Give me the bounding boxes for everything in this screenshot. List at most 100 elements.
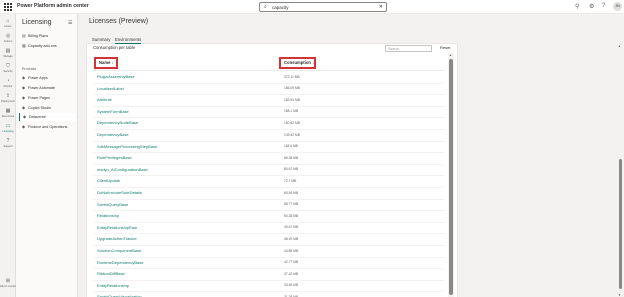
nav-title: Licensing bbox=[22, 19, 52, 26]
power-automate-icon: ◆ bbox=[22, 85, 26, 90]
nav-item-capacity-add-ons[interactable]: ▦ Capacity add-ons bbox=[19, 42, 76, 50]
manage-icon: ▤ bbox=[5, 48, 11, 54]
clear-search-icon[interactable]: ✕ bbox=[379, 4, 383, 10]
app-launcher-icon[interactable] bbox=[4, 3, 12, 11]
rail-item-resources[interactable]: ▦ Resources bbox=[0, 107, 16, 121]
avatar[interactable]: JN bbox=[613, 2, 622, 11]
table-scrollbar[interactable]: ▲ bbox=[448, 53, 454, 297]
table-search-input[interactable]: Search bbox=[385, 45, 432, 52]
scrollbar-thumb[interactable] bbox=[449, 59, 453, 295]
admin-centers-icon: ⊞ bbox=[5, 278, 11, 284]
table-row-name[interactable]: ClientUpdate bbox=[97, 178, 120, 183]
table-row-divider bbox=[93, 152, 445, 154]
table-row-name[interactable]: SolutionComponentBase bbox=[97, 248, 141, 253]
tab-environments[interactable]: Environments bbox=[115, 37, 142, 44]
search-value[interactable]: capacity bbox=[272, 5, 289, 10]
nav-section-products: Products bbox=[22, 67, 37, 71]
rail-item-manage[interactable]: ▤ Manage bbox=[0, 47, 16, 61]
shield-icon: ⛉ bbox=[6, 63, 10, 69]
collapse-nav-icon[interactable]: ☰ bbox=[68, 20, 72, 26]
table-row-consumption: 139.42 MB bbox=[284, 132, 300, 137]
deployment-icon: ⇪ bbox=[5, 93, 11, 99]
rail-item-home[interactable]: ⌂ Home bbox=[0, 17, 16, 31]
search-icon: ⌕ bbox=[264, 4, 267, 10]
table-row-name[interactable]: RuntimeDependencyBase bbox=[97, 260, 143, 265]
table-row-consumption: 42.77 MB bbox=[284, 260, 299, 265]
table-row-consumption: 118.6 MB bbox=[284, 144, 298, 149]
table-row-name[interactable]: DependencyBase bbox=[97, 132, 129, 137]
table-row-consumption: 50.28 MB bbox=[284, 213, 299, 218]
rail-item-licensing[interactable]: ▭ Licensing bbox=[0, 122, 16, 136]
table-row-name[interactable]: SystemFormBase bbox=[97, 109, 129, 114]
nav-item-copilot-studio[interactable]: ◆ Copilot Studio bbox=[19, 104, 76, 112]
table-row-divider bbox=[93, 117, 445, 119]
column-header-consumption[interactable]: Consumption ↓ bbox=[279, 57, 316, 69]
nav-item-billing-plans[interactable]: ▤ Billing Plans bbox=[19, 32, 76, 40]
tab-summary[interactable]: Summary bbox=[92, 37, 110, 42]
help-icon[interactable]: ? bbox=[602, 3, 605, 9]
table-row-divider bbox=[93, 198, 445, 200]
table-row-name[interactable]: EntityRelationship bbox=[97, 283, 129, 288]
table-row-name[interactable]: DependencyNodeBase bbox=[97, 120, 138, 125]
table-row-divider bbox=[93, 186, 445, 188]
table-row-name[interactable]: RolePrivilegesBase bbox=[97, 155, 132, 160]
table-row-name[interactable]: msdyn_AIConfigurationBase bbox=[97, 167, 148, 172]
nav-item-finance-and-operations[interactable]: ◆ Finance and Operations bbox=[19, 123, 76, 131]
table-caption: Consumption per table bbox=[93, 45, 136, 50]
table-row-divider bbox=[93, 210, 445, 212]
table-row-divider bbox=[93, 140, 445, 142]
table-row-name[interactable]: SdkMessageProcessingStepBase bbox=[97, 144, 157, 149]
global-search-input[interactable]: ⌕ capacity ✕ bbox=[259, 2, 387, 12]
table-row-name[interactable]: RibbonDiffBase bbox=[97, 271, 125, 276]
page-scroll-down-icon[interactable]: ▼ bbox=[618, 293, 621, 297]
notifications-icon[interactable]: ⚲ bbox=[575, 3, 579, 10]
reset-button[interactable]: Reset bbox=[440, 45, 450, 50]
nav-item-dataverse[interactable]: ◆ Dataverse bbox=[19, 113, 76, 121]
gear-icon[interactable]: ⚙ bbox=[589, 3, 594, 10]
table-row-consumption: 150.62 MB bbox=[284, 120, 300, 125]
table-row-consumption: 372.11 MB bbox=[284, 74, 300, 79]
table-row-name[interactable]: PluginAssemblyBase bbox=[97, 74, 135, 79]
table-row-divider bbox=[93, 244, 445, 246]
app-title: Power Platform admin center bbox=[17, 3, 89, 9]
table-row-name[interactable]: EntityRelationshipRole bbox=[97, 225, 137, 230]
table-row-divider bbox=[93, 221, 445, 223]
table-row-name[interactable]: Relationship bbox=[97, 213, 119, 218]
rail-item-security[interactable]: ⛉ Security bbox=[0, 62, 16, 76]
table-row-consumption: 58.77 MB bbox=[284, 202, 299, 207]
page-title: Licenses (Preview) bbox=[89, 18, 149, 25]
table-row-consumption: 44.89 MB bbox=[284, 248, 299, 253]
table-row-name[interactable]: LocalizedLabel bbox=[97, 86, 124, 91]
table-row-divider bbox=[93, 291, 445, 293]
table-row-name[interactable]: Attribute bbox=[97, 97, 112, 102]
table-row-consumption: 86.28 MB bbox=[284, 155, 299, 160]
power-pages-icon: ◆ bbox=[22, 95, 26, 100]
resources-icon: ▦ bbox=[5, 108, 11, 114]
table-row-name[interactable]: SavedQueryBase bbox=[97, 202, 128, 207]
consumption-table-card: Consumption per table Search Reset Name … bbox=[87, 44, 457, 297]
column-header-name[interactable]: Name ↓ bbox=[94, 57, 118, 69]
rail-item-admin-centers[interactable]: ⊞ Admin centers bbox=[0, 277, 16, 291]
left-rail: ⌂ Home ◎ Actions ▤ Manage ⛉ Security ◔ M… bbox=[0, 14, 16, 297]
rail-item-deployment[interactable]: ⇪ Deployment bbox=[0, 92, 16, 106]
table-row-consumption: 186.09 MB bbox=[284, 86, 300, 91]
table-row-divider bbox=[93, 175, 445, 177]
table-row-consumption: 49.67 MB bbox=[284, 225, 299, 230]
power-apps-icon: ◆ bbox=[22, 75, 26, 80]
table-row-name[interactable]: UpgradeActionTracker bbox=[97, 236, 137, 241]
scroll-up-icon[interactable]: ▲ bbox=[449, 53, 452, 57]
nav-item-power-apps[interactable]: ◆ Power Apps bbox=[19, 74, 76, 82]
rail-item-monitor[interactable]: ◔ Monitor bbox=[0, 77, 16, 91]
page-scrollbar[interactable]: ▲ ▼ bbox=[618, 44, 623, 297]
nav-item-power-pages[interactable]: ◆ Power Pages bbox=[19, 94, 76, 102]
nav-item-power-automate[interactable]: ◆ Power Automate bbox=[19, 84, 76, 92]
page-scroll-up-icon[interactable]: ▲ bbox=[618, 44, 621, 48]
table-row-divider bbox=[93, 233, 445, 235]
page-scrollbar-thumb[interactable] bbox=[619, 159, 622, 289]
rail-item-support[interactable]: ? Support bbox=[0, 137, 16, 151]
table-row-name[interactable]: DoNotIncludeSubrDetails bbox=[97, 190, 142, 195]
actions-icon: ◎ bbox=[5, 33, 11, 39]
rail-item-actions[interactable]: ◎ Actions bbox=[0, 32, 16, 46]
home-icon: ⌂ bbox=[6, 18, 10, 24]
table-row-divider bbox=[93, 256, 445, 258]
